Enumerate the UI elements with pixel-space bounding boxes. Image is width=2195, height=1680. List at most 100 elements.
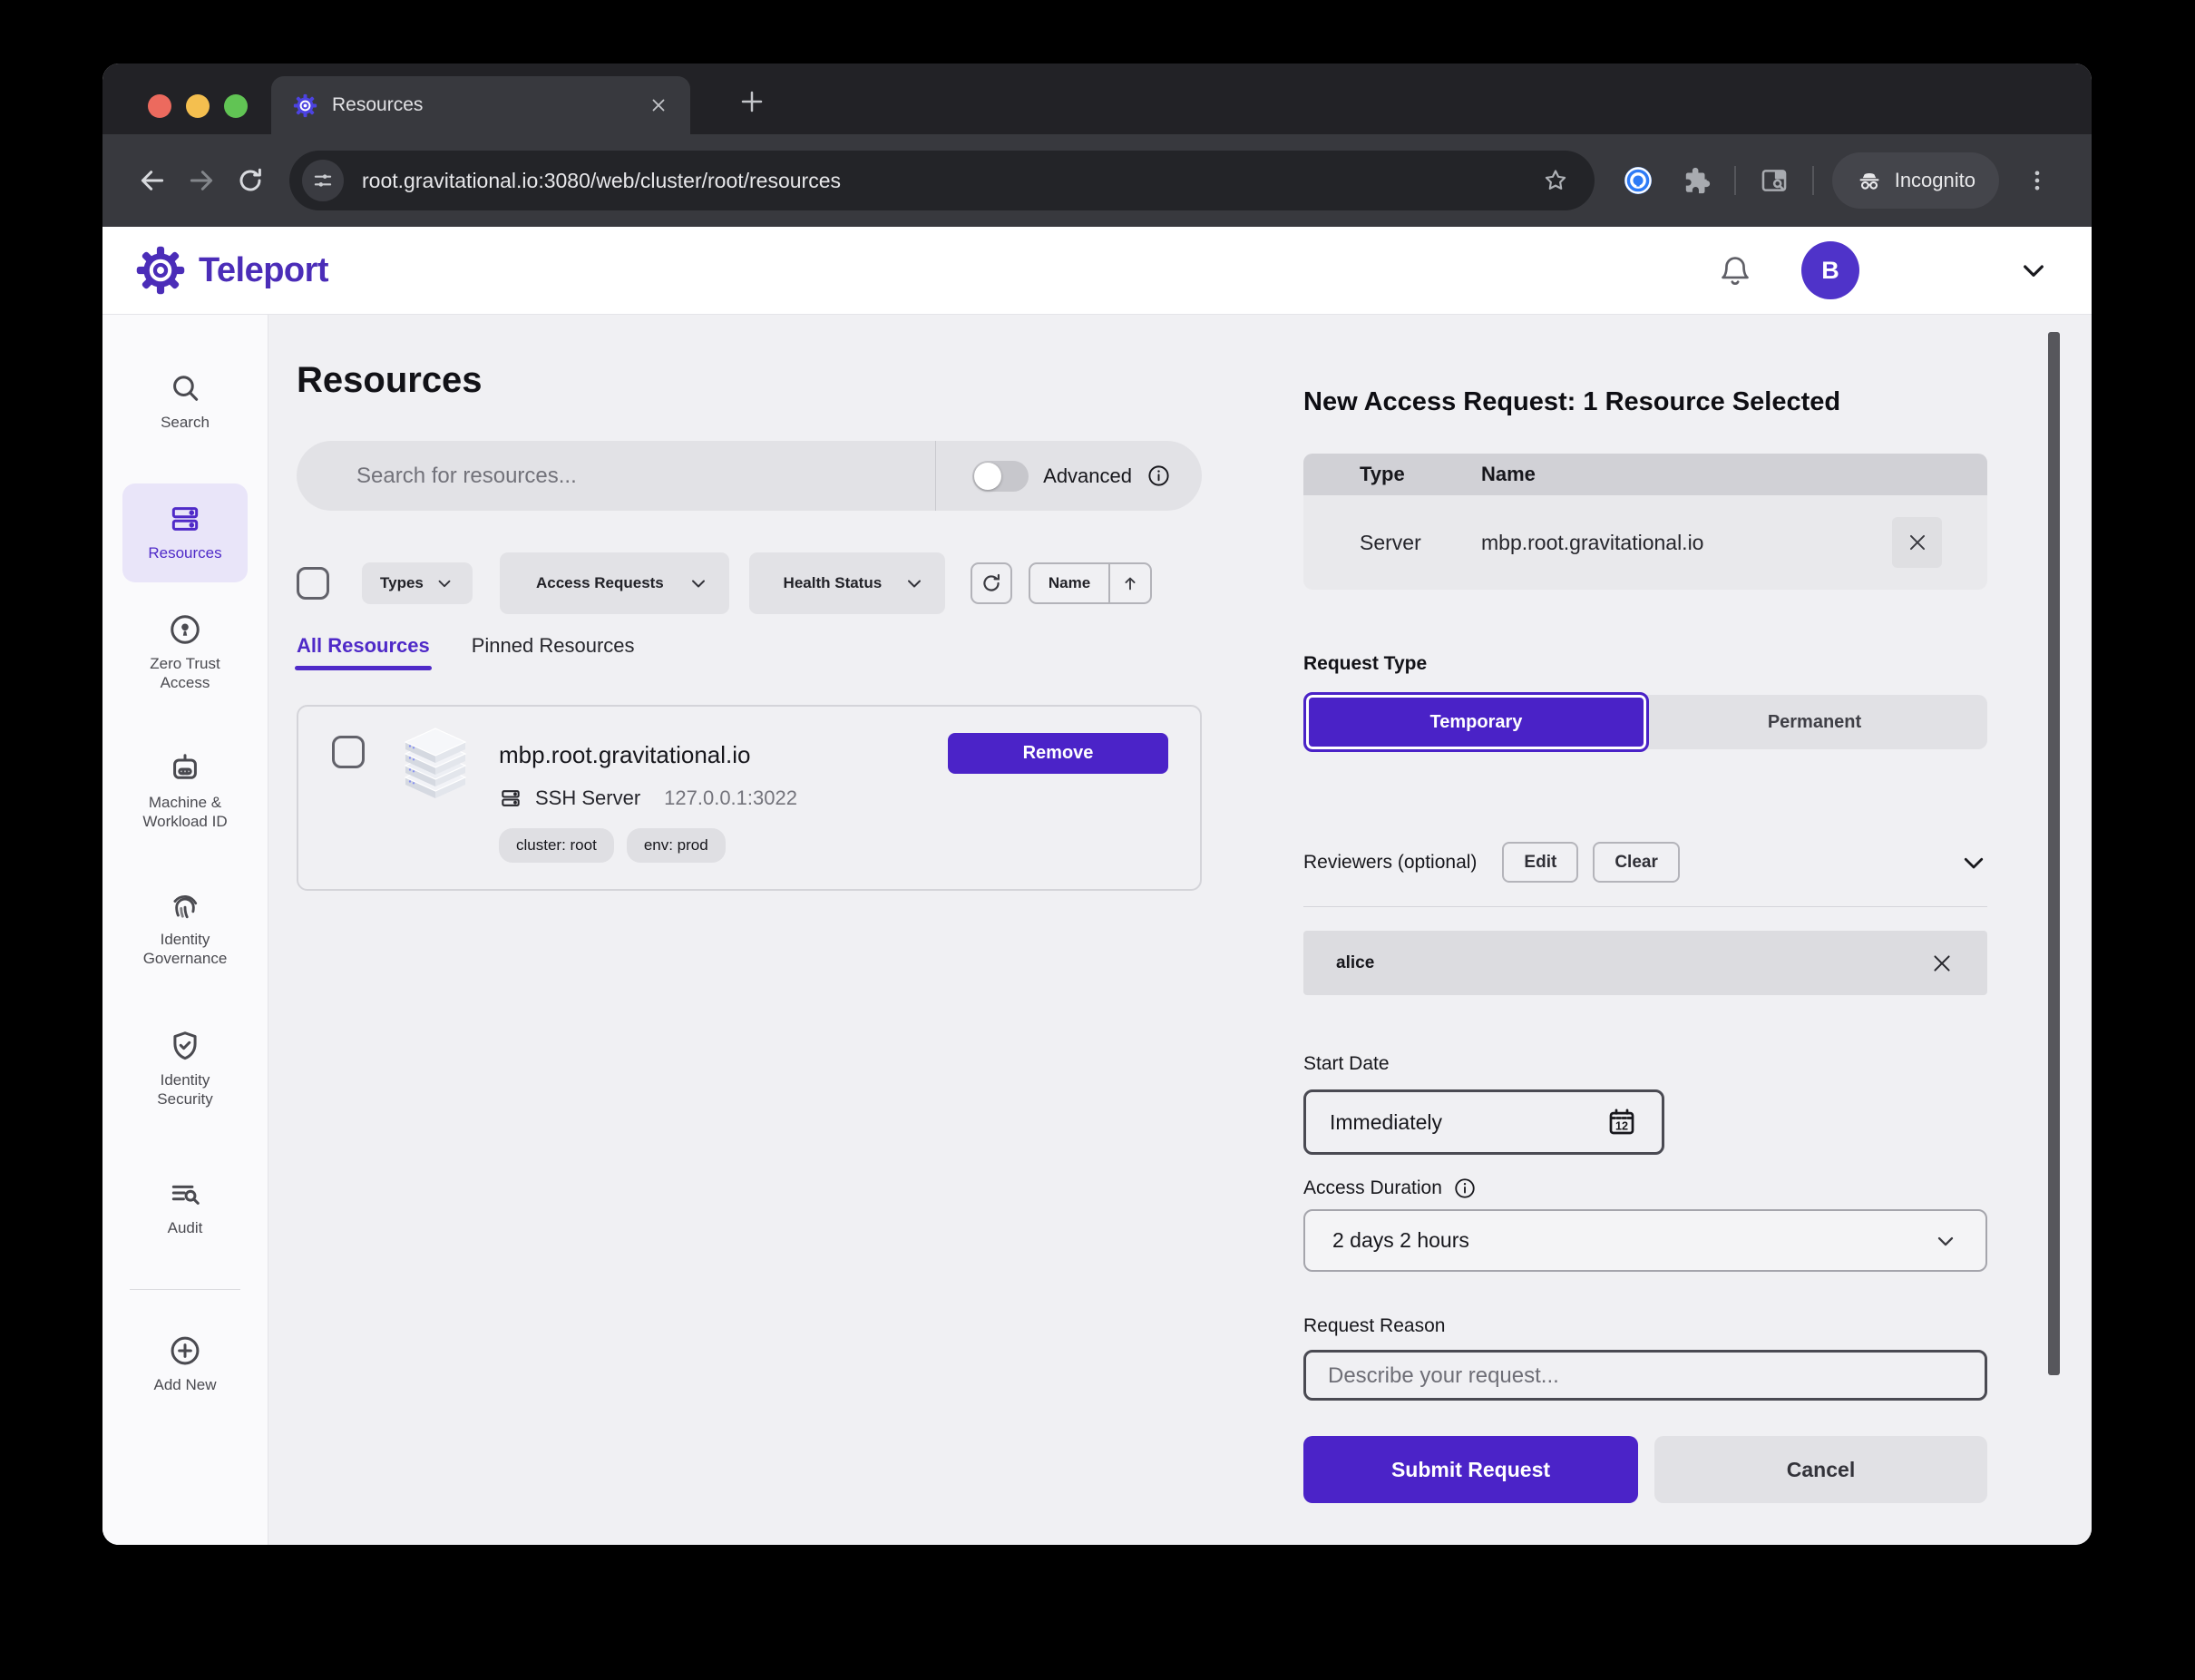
reviewers-row: Reviewers (optional) Edit Clear xyxy=(1303,842,1987,883)
remove-resource-button[interactable] xyxy=(1892,517,1942,568)
types-label: Types xyxy=(380,574,424,592)
tab-close-icon[interactable] xyxy=(649,95,668,115)
resource-type-cell: Server xyxy=(1360,531,1481,555)
resource-card[interactable]: mbp.root.gravitational.io SSH Server 127… xyxy=(297,705,1202,891)
submit-request-button[interactable]: Submit Request xyxy=(1303,1436,1638,1503)
window-controls xyxy=(148,94,248,118)
resource-name-cell: mbp.root.gravitational.io xyxy=(1481,531,1703,555)
close-icon xyxy=(1906,531,1929,554)
resource-address: 127.0.0.1:3022 xyxy=(664,786,797,810)
start-date-input[interactable]: Immediately 12 xyxy=(1303,1089,1664,1155)
remove-reviewer-icon[interactable] xyxy=(1929,951,1955,976)
resource-checkbox[interactable] xyxy=(332,736,365,768)
sidebar-item-identity-governance[interactable]: Identity Governance xyxy=(134,888,236,968)
search-icon xyxy=(168,371,202,405)
edit-reviewers-button[interactable]: Edit xyxy=(1502,842,1578,883)
tab-all-resources[interactable]: All Resources xyxy=(297,634,430,670)
sidebar-item-zero-trust-access[interactable]: Zero Trust Access xyxy=(134,612,236,692)
reviewer-chip: alice xyxy=(1303,931,1987,995)
table-row: Server mbp.root.gravitational.io xyxy=(1303,495,1987,590)
reviewers-divider xyxy=(1303,906,1987,907)
window-minimize-button[interactable] xyxy=(186,94,210,118)
sidebar-item-identity-security[interactable]: Identity Security xyxy=(134,1029,236,1109)
resource-search-bar: Advanced xyxy=(297,441,1202,511)
window-close-button[interactable] xyxy=(148,94,171,118)
sort-field-label[interactable]: Name xyxy=(1030,564,1108,602)
permanent-option[interactable]: Permanent xyxy=(1642,695,1987,749)
sort-button[interactable]: Name xyxy=(1029,562,1152,604)
sidebar-item-resources[interactable]: Resources xyxy=(122,483,248,582)
sidebar-item-label: Add New xyxy=(134,1375,236,1394)
resource-tag[interactable]: env: prod xyxy=(627,828,726,863)
select-all-checkbox[interactable] xyxy=(297,567,329,600)
url-bar[interactable]: root.gravitational.io:3080/web/cluster/r… xyxy=(289,151,1595,210)
resource-tag[interactable]: cluster: root xyxy=(499,828,614,863)
info-icon[interactable] xyxy=(1453,1177,1477,1200)
types-filter-button[interactable]: Types xyxy=(362,562,473,604)
bell-icon[interactable] xyxy=(1718,253,1752,288)
servers-icon xyxy=(168,502,202,536)
site-settings-icon[interactable] xyxy=(302,160,344,201)
fingerprint-icon xyxy=(168,888,202,923)
sidebar-item-label: Machine & Workload ID xyxy=(134,793,236,831)
info-icon[interactable] xyxy=(1146,464,1171,488)
sidebar-item-audit[interactable]: Audit xyxy=(134,1177,236,1237)
request-type-segmented-control: Permanent Temporary xyxy=(1303,695,1987,749)
sidebar-item-add-new[interactable]: Add New xyxy=(134,1333,236,1394)
screen: Resources ro xyxy=(0,0,2195,1680)
page-scrollbar[interactable] xyxy=(2048,332,2060,1375)
temporary-option[interactable]: Temporary xyxy=(1303,692,1649,752)
resource-kind: SSH Server xyxy=(535,786,640,810)
brand-name[interactable]: Teleport xyxy=(199,251,328,290)
tab-pinned-resources[interactable]: Pinned Resources xyxy=(472,634,635,670)
refresh-button[interactable] xyxy=(971,562,1012,604)
back-arrow-icon[interactable] xyxy=(128,156,177,205)
password-manager-icon[interactable] xyxy=(1616,159,1660,202)
page-title: Resources xyxy=(297,360,1202,401)
tab-strip: Resources xyxy=(102,63,2092,134)
sidebar-divider xyxy=(130,1289,240,1290)
search-input[interactable] xyxy=(297,441,935,511)
svg-text:12: 12 xyxy=(1615,1119,1628,1132)
sidebar-item-label: Zero Trust Access xyxy=(134,654,236,692)
resources-column: Resources Advanced Types xyxy=(297,315,1202,1545)
window-zoom-button[interactable] xyxy=(224,94,248,118)
access-duration-label: Access Duration xyxy=(1303,1177,1442,1199)
access-duration-select[interactable]: 2 days 2 hours xyxy=(1303,1209,1987,1272)
advanced-search-toggle[interactable] xyxy=(972,461,1029,492)
shield-check-icon xyxy=(168,1029,202,1063)
menu-kebab-icon[interactable] xyxy=(2015,159,2059,202)
browser-tab[interactable]: Resources xyxy=(271,76,690,134)
reload-icon[interactable] xyxy=(226,156,275,205)
incognito-icon xyxy=(1856,167,1883,194)
chevron-down-icon[interactable] xyxy=(1960,849,1987,876)
chevron-down-icon[interactable] xyxy=(2019,256,2048,285)
keyhole-icon xyxy=(168,612,202,647)
calendar-icon[interactable]: 12 xyxy=(1605,1106,1638,1138)
health-status-filter-button[interactable]: Health Status xyxy=(749,552,945,614)
sort-ascending-icon[interactable] xyxy=(1110,564,1150,602)
access-request-panel: New Access Request: 1 Resource Selected … xyxy=(1303,315,1987,1545)
sidebar-item-machine-workload-id[interactable]: Machine & Workload ID xyxy=(134,751,236,831)
sidebar: Search Resources Zero Trust Access Machi… xyxy=(102,315,268,1545)
cancel-button[interactable]: Cancel xyxy=(1654,1436,1987,1503)
resource-tabs: All Resources Pinned Resources xyxy=(297,634,1202,670)
extensions-icon[interactable] xyxy=(1674,159,1718,202)
side-panel-icon[interactable] xyxy=(1752,159,1796,202)
resource-name[interactable]: mbp.root.gravitational.io xyxy=(499,741,750,769)
avatar[interactable]: B xyxy=(1801,241,1859,299)
clear-reviewers-button[interactable]: Clear xyxy=(1593,842,1680,883)
server-icon xyxy=(499,786,522,810)
url-text[interactable]: root.gravitational.io:3080/web/cluster/r… xyxy=(362,169,1542,193)
access-requests-filter-button[interactable]: Access Requests xyxy=(500,552,729,614)
remove-button[interactable]: Remove xyxy=(948,733,1168,774)
browser-window: Resources ro xyxy=(102,63,2092,1545)
teleport-logo-icon[interactable] xyxy=(135,245,186,296)
new-tab-button[interactable] xyxy=(727,83,777,120)
type-column-header: Type xyxy=(1360,463,1481,486)
forward-arrow-icon[interactable] xyxy=(177,156,226,205)
chevron-down-icon xyxy=(903,572,925,594)
request-reason-textarea[interactable] xyxy=(1303,1350,1987,1401)
sidebar-item-search[interactable]: Search xyxy=(134,371,236,432)
bookmark-star-icon[interactable] xyxy=(1542,167,1569,194)
